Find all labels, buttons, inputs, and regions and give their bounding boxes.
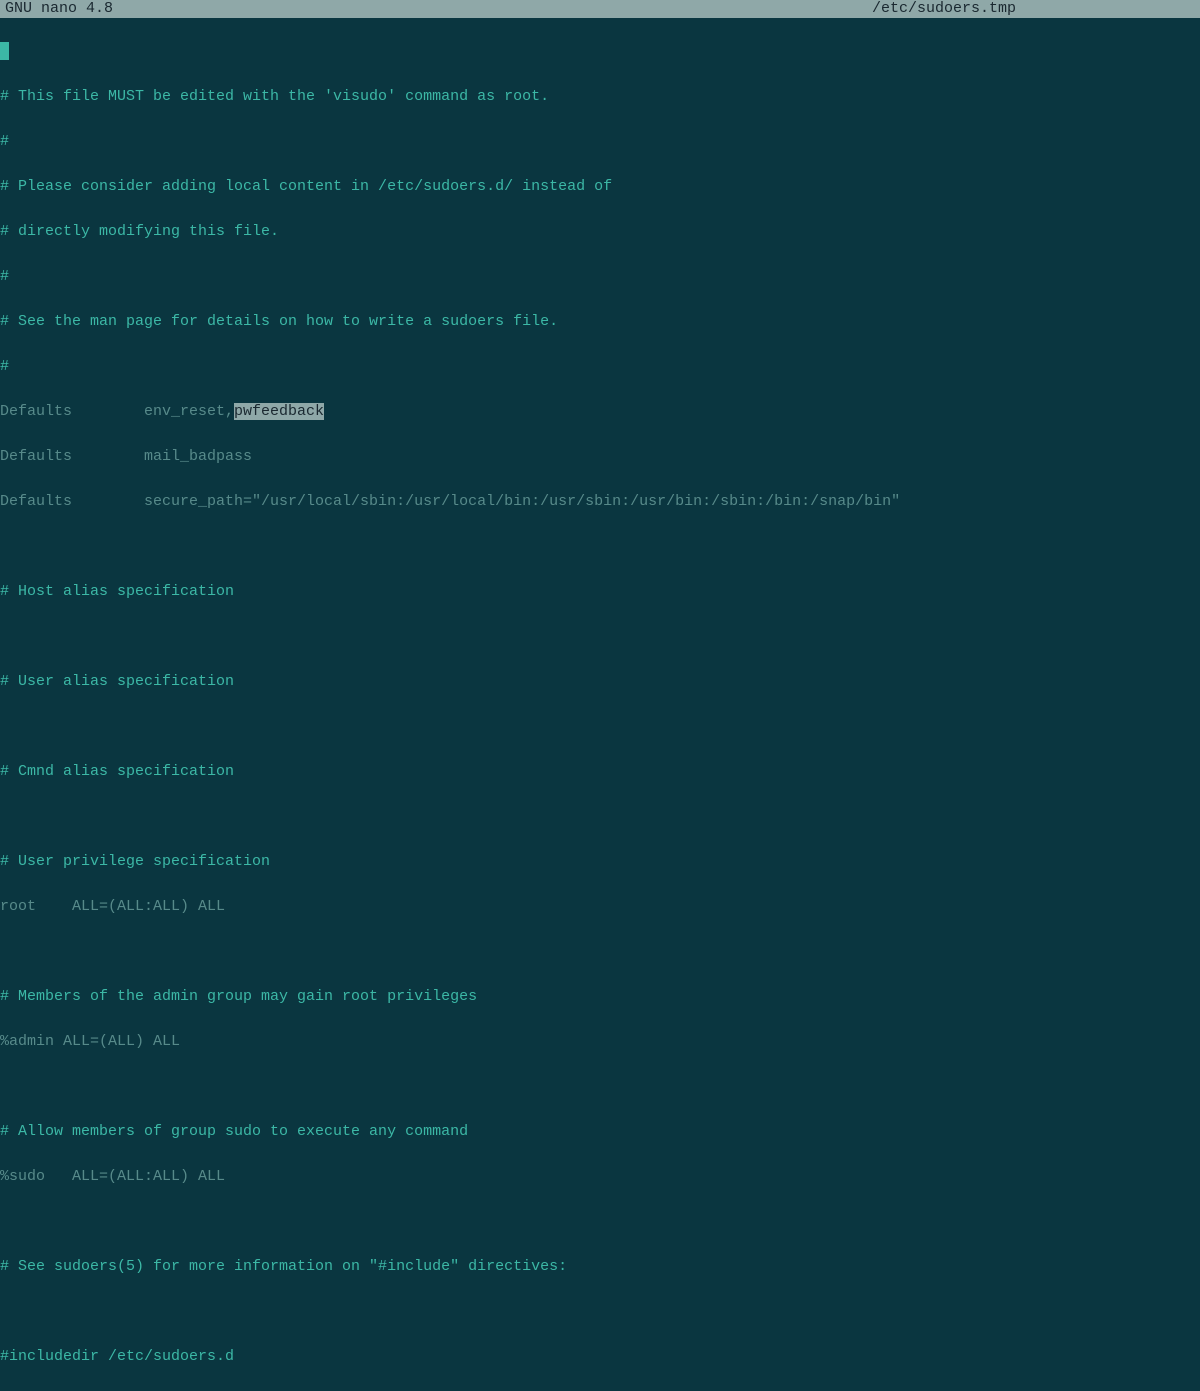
- blank-line: [0, 1211, 1200, 1234]
- comment-line: # Allow members of group sudo to execute…: [0, 1121, 1200, 1144]
- blank-line: [0, 626, 1200, 649]
- blank-line: [0, 806, 1200, 829]
- blank-line: [0, 1076, 1200, 1099]
- file-path-label: /etc/sudoers.tmp: [693, 0, 1195, 20]
- comment-line: # This file MUST be edited with the 'vis…: [0, 86, 1200, 109]
- highlighted-pwfeedback: pwfeedback: [234, 403, 324, 420]
- comment-line: # Please consider adding local content i…: [0, 176, 1200, 199]
- comment-line: # Cmnd alias specification: [0, 761, 1200, 784]
- defaults-line: Defaults env_reset,pwfeedback: [0, 401, 1200, 424]
- app-name-label: GNU nano 4.8: [5, 0, 113, 20]
- editor-content-area[interactable]: # This file MUST be edited with the 'vis…: [0, 18, 1200, 1391]
- comment-line: # See the man page for details on how to…: [0, 311, 1200, 334]
- comment-line: # directly modifying this file.: [0, 221, 1200, 244]
- blank-line: [0, 941, 1200, 964]
- sudo-group-line: %sudo ALL=(ALL:ALL) ALL: [0, 1166, 1200, 1189]
- comment-line: #: [0, 266, 1200, 289]
- defaults-line: Defaults secure_path="/usr/local/sbin:/u…: [0, 491, 1200, 514]
- defaults-env-reset: Defaults env_reset,: [0, 403, 234, 420]
- comment-line: # See sudoers(5) for more information on…: [0, 1256, 1200, 1279]
- admin-group-line: %admin ALL=(ALL) ALL: [0, 1031, 1200, 1054]
- includedir-line: #includedir /etc/sudoers.d: [0, 1346, 1200, 1369]
- root-privilege-line: root ALL=(ALL:ALL) ALL: [0, 896, 1200, 919]
- defaults-line: Defaults mail_badpass: [0, 446, 1200, 469]
- cursor-indicator: [0, 42, 9, 60]
- nano-header-bar: GNU nano 4.8 /etc/sudoers.tmp: [0, 0, 1200, 18]
- comment-line: #: [0, 131, 1200, 154]
- blank-line: [0, 536, 1200, 559]
- comment-line: # Members of the admin group may gain ro…: [0, 986, 1200, 1009]
- comment-line: # User privilege specification: [0, 851, 1200, 874]
- comment-line: # Host alias specification: [0, 581, 1200, 604]
- blank-line: [0, 1301, 1200, 1324]
- comment-line: #: [0, 356, 1200, 379]
- comment-line: # User alias specification: [0, 671, 1200, 694]
- blank-line: [0, 716, 1200, 739]
